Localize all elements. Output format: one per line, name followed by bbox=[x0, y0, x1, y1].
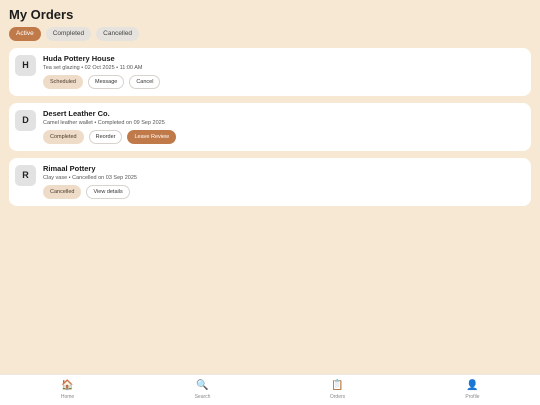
avatar: H bbox=[15, 55, 36, 76]
nav-item-orders[interactable]: 📋 Orders bbox=[270, 375, 405, 405]
leave-review-button[interactable]: Leave Review bbox=[127, 130, 177, 144]
filter-tab-cancelled[interactable]: Cancelled bbox=[96, 27, 140, 41]
order-vendor-name: Rimaal Pottery bbox=[43, 164, 96, 173]
order-filter-tabs: Active Completed Cancelled bbox=[9, 27, 140, 41]
home-icon: 🏠 bbox=[61, 380, 74, 391]
nav-label: Orders bbox=[329, 394, 346, 400]
nav-item-profile[interactable]: 👤 Profile bbox=[405, 375, 540, 405]
order-details: Clay vase • Cancelled on 03 Sep 2025 bbox=[43, 175, 137, 181]
filter-tab-active[interactable]: Active bbox=[9, 27, 41, 41]
message-button[interactable]: Message bbox=[88, 75, 125, 89]
status-badge: Cancelled bbox=[43, 185, 82, 199]
nav-label: Profile bbox=[465, 394, 480, 400]
reorder-button[interactable]: Reorder bbox=[88, 130, 123, 144]
nav-label: Home bbox=[60, 394, 75, 400]
avatar: R bbox=[15, 165, 36, 186]
profile-icon: 👤 bbox=[466, 380, 479, 391]
nav-item-home[interactable]: 🏠 Home bbox=[0, 375, 135, 405]
bottom-nav: 🏠 Home 🔍 Search 📋 Orders 👤 Profile bbox=[0, 374, 540, 405]
nav-label: Search bbox=[194, 394, 211, 400]
avatar: D bbox=[15, 110, 36, 131]
order-details: Tea set glazing • 02 Oct 2025 • 11:00 AM bbox=[43, 65, 143, 71]
order-details: Camel leather wallet • Completed on 09 S… bbox=[43, 120, 165, 126]
order-vendor-name: Desert Leather Co. bbox=[43, 109, 110, 118]
order-vendor-name: Huda Pottery House bbox=[43, 54, 115, 63]
view-details-button[interactable]: View details bbox=[86, 185, 130, 199]
order-card-rimaal-pottery[interactable]: R Rimaal Pottery Clay vase • Cancelled o… bbox=[9, 158, 531, 206]
cancel-button[interactable]: Cancel bbox=[129, 75, 161, 89]
status-badge: Scheduled bbox=[43, 75, 83, 89]
filter-tab-completed[interactable]: Completed bbox=[45, 27, 92, 41]
nav-item-search[interactable]: 🔍 Search bbox=[135, 375, 270, 405]
orders-icon: 📋 bbox=[331, 380, 344, 391]
order-card-huda-pottery-house[interactable]: H Huda Pottery House Tea set glazing • 0… bbox=[9, 48, 531, 96]
order-card-desert-leather-co[interactable]: D Desert Leather Co. Camel leather walle… bbox=[9, 103, 531, 151]
page-title: My Orders bbox=[9, 7, 74, 22]
search-icon: 🔍 bbox=[196, 380, 209, 391]
status-badge: Completed bbox=[43, 130, 84, 144]
